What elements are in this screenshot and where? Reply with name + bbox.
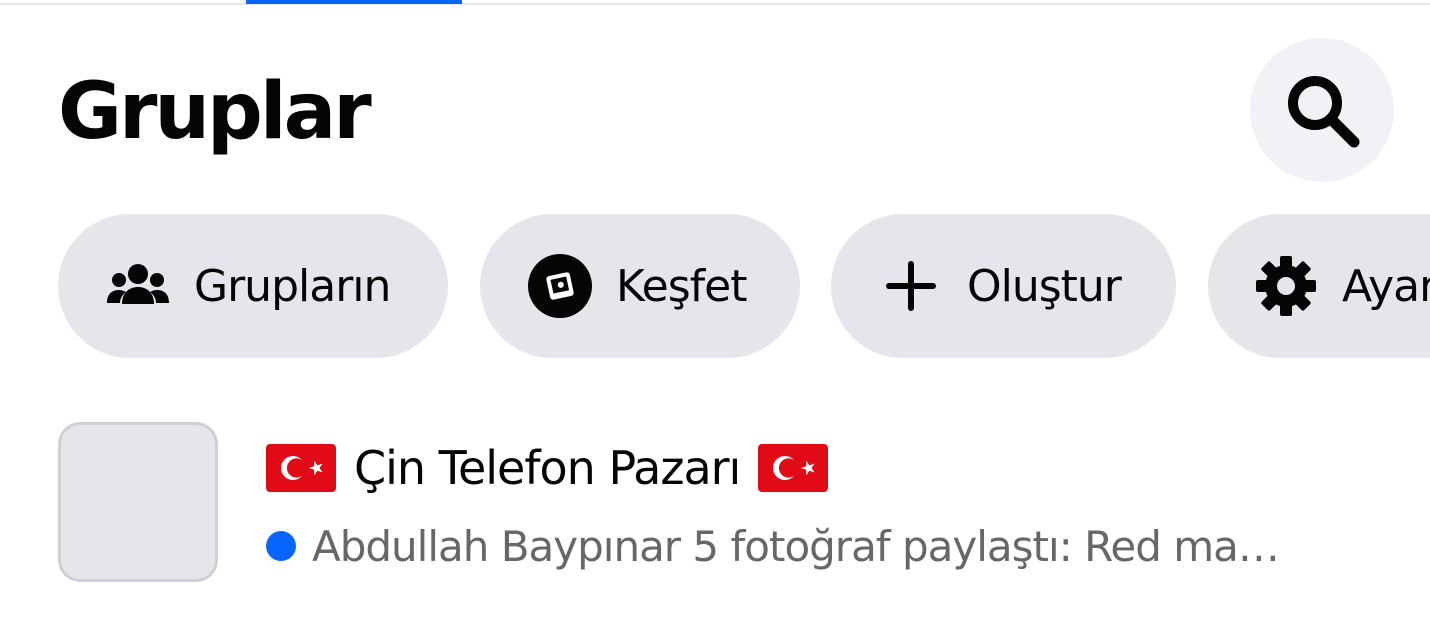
active-tab-indicator	[246, 0, 462, 4]
page-title: Gruplar	[58, 67, 372, 157]
search-button[interactable]	[1250, 38, 1394, 182]
unread-dot	[266, 531, 296, 561]
top-tab-bar	[0, 0, 1430, 5]
chip-settings[interactable]: Ayarlar	[1208, 214, 1430, 358]
people-icon	[106, 254, 170, 318]
group-activity-row: Abdullah Baypınar 5 fotoğraf paylaştı: R…	[266, 518, 1280, 574]
chip-label: Keşfet	[616, 260, 747, 312]
search-icon	[1280, 68, 1364, 152]
turkey-flag-icon	[758, 444, 829, 492]
group-name-row: Çin Telefon Pazarı	[266, 438, 829, 498]
group-name: Çin Telefon Pazarı	[354, 441, 741, 495]
chip-label: Ayarlar	[1342, 260, 1430, 312]
turkey-flag-icon	[266, 444, 336, 492]
chip-your-groups[interactable]: Grupların	[58, 214, 448, 358]
chip-label: Grupların	[194, 260, 391, 312]
group-avatar	[58, 422, 218, 582]
compass-icon	[528, 254, 592, 318]
plus-icon	[885, 260, 937, 312]
group-activity-text: Abdullah Baypınar 5 fotoğraf paylaştı: R…	[312, 521, 1280, 571]
chip-discover[interactable]: Keşfet	[480, 214, 800, 358]
chip-create[interactable]: Oluştur	[831, 214, 1176, 358]
group-list-item[interactable]: Çin Telefon Pazarı Abdullah Baypınar 5 f…	[58, 422, 1398, 582]
gear-icon	[1254, 254, 1318, 318]
chip-label: Oluştur	[967, 260, 1122, 312]
group-chips: Grupların Keşfet Oluştur Ayar	[58, 214, 1430, 358]
